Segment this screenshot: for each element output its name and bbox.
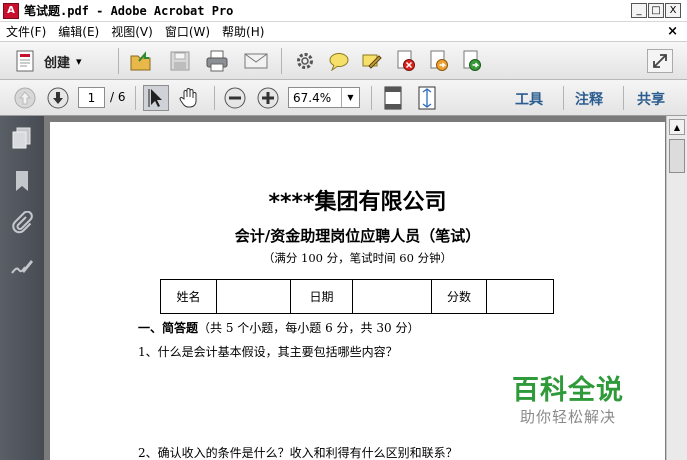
bookmark-icon[interactable] (10, 169, 34, 193)
print-button[interactable] (204, 48, 230, 74)
create-caret-icon: ▾ (76, 54, 82, 68)
create-label: 创建 (44, 55, 71, 71)
hand-tool-button[interactable] (176, 85, 202, 111)
page-display-button[interactable] (380, 85, 406, 111)
envelope-icon (244, 53, 268, 69)
date-label-cell: 日期 (290, 279, 353, 314)
window-controls: _ □ X (631, 3, 681, 18)
question-1: 1、什么是会计基本假设，其主要包括哪些内容？ (138, 345, 398, 359)
chevron-down-icon[interactable]: ▼ (341, 88, 359, 107)
section-title: 一、简答题 (138, 321, 199, 335)
comment-button[interactable] (327, 49, 351, 73)
fit-page-button[interactable] (414, 85, 440, 111)
page-number-input[interactable]: 1 (78, 87, 105, 108)
arrow-up-circle-icon (14, 87, 36, 109)
zoom-in-button[interactable] (255, 85, 281, 111)
toolbar-divider (281, 48, 282, 74)
save-button[interactable] (167, 48, 193, 74)
date-value-cell (352, 279, 432, 314)
next-page-button[interactable] (45, 85, 71, 111)
doc-subtitle: 会计/资金助理岗位应聘人员（笔试） (234, 227, 481, 245)
score-value-cell (486, 279, 554, 314)
select-tool-button[interactable] (143, 85, 169, 111)
create-pdf-icon (16, 50, 34, 72)
open-folder-icon (130, 51, 151, 71)
name-value-cell (216, 279, 291, 314)
menu-file[interactable]: 文件(F) (0, 23, 52, 40)
open-button[interactable] (128, 48, 154, 74)
watermark-slogan: 助你轻松解决 (520, 408, 617, 426)
sign-button[interactable] (360, 49, 384, 73)
arrow-down-circle-icon (47, 87, 69, 109)
vertical-scrollbar[interactable]: ▲ (666, 116, 687, 460)
candidate-info-table: 姓名 日期 分数 (160, 279, 554, 314)
doc-title: ****集团有限公司 (268, 190, 447, 215)
main-toolbar: 创建 ▾ (0, 42, 687, 80)
signature-pen-icon[interactable] (10, 255, 34, 279)
question-2: 2、确认收入的条件是什么？收入和利得有什么区别和联系？ (138, 446, 458, 460)
name-label-cell: 姓名 (160, 279, 217, 314)
export-document-icon (430, 50, 448, 71)
previous-page-button[interactable] (12, 85, 38, 111)
email-button[interactable] (243, 48, 269, 74)
zoom-select[interactable]: 67.4% ▼ (288, 87, 360, 108)
scroll-thumb[interactable] (669, 139, 685, 173)
page-thumbnails-icon[interactable] (10, 126, 34, 150)
window-title: 笔试题.pdf - Adobe Acrobat Pro (24, 4, 234, 18)
plus-circle-icon (257, 87, 279, 109)
toolbar-divider (563, 86, 564, 110)
attachment-paperclip-icon[interactable] (10, 211, 34, 235)
close-button[interactable]: X (665, 3, 681, 18)
toolbar-divider (623, 86, 624, 110)
minimize-button[interactable]: _ (631, 3, 647, 18)
menu-view[interactable]: 视图(V) (105, 23, 159, 40)
fit-page-icon (418, 86, 436, 110)
navigation-toolbar: 1 / 6 67.4% ▼ 工具 注释 共享 (0, 80, 687, 116)
toolbar-divider (214, 86, 215, 110)
tools-pane-link[interactable]: 工具 (515, 89, 543, 109)
save-disk-icon (170, 51, 190, 71)
acrobat-app-icon[interactable]: A (3, 2, 19, 19)
menu-edit[interactable]: 编辑(E) (52, 23, 105, 40)
toolbar-divider (118, 48, 119, 74)
title-bar: A 笔试题.pdf - Adobe Acrobat Pro _ □ X (0, 0, 687, 22)
pen-sign-icon (362, 54, 382, 69)
zoom-out-button[interactable] (222, 85, 248, 111)
menu-window[interactable]: 窗口(W) (159, 23, 216, 40)
hand-icon (179, 88, 197, 108)
printer-icon (206, 50, 228, 72)
watermark: 百科全说 助你轻松解决 (512, 368, 642, 430)
minus-circle-icon (224, 87, 246, 109)
zoom-value: 67.4% (293, 90, 332, 105)
doc-exam-note: （满分 100 分，笔试时间 60 分钟） (262, 251, 453, 265)
cursor-select-icon (148, 89, 162, 107)
score-label-cell: 分数 (431, 279, 487, 314)
single-page-icon (384, 86, 402, 110)
section-note: （共 5 个小题，每小题 6 分，共 30 分） (198, 321, 420, 335)
settings-button[interactable] (293, 49, 317, 73)
toolbar-divider (135, 86, 136, 110)
share-review-button[interactable] (460, 49, 484, 73)
navigation-panel (0, 116, 44, 460)
watermark-logo-text: 百科全说 (512, 375, 624, 406)
menu-help[interactable]: 帮助(H) (216, 23, 270, 40)
toolbar-divider (371, 86, 372, 110)
secure-document-icon (397, 50, 415, 71)
share-pane-link[interactable]: 共享 (637, 89, 665, 109)
page-count: / 6 (110, 90, 126, 104)
gear-icon (297, 53, 313, 69)
secure-button[interactable] (394, 49, 418, 73)
share-document-icon (463, 50, 481, 71)
comment-pane-link[interactable]: 注释 (575, 89, 603, 109)
speech-bubble-icon (329, 53, 349, 71)
section-heading: 一、简答题（共 5 个小题，每小题 6 分，共 30 分） (138, 319, 419, 336)
scroll-up-button[interactable]: ▲ (669, 119, 685, 135)
close-document-button[interactable]: × (667, 24, 678, 39)
menu-bar: 文件(F) 编辑(E) 视图(V) 窗口(W) 帮助(H) × (0, 22, 687, 42)
maximize-button[interactable]: □ (648, 3, 664, 18)
expand-view-button[interactable] (647, 49, 673, 73)
expand-arrows-icon (653, 54, 667, 68)
export-button[interactable] (427, 49, 451, 73)
create-button[interactable]: 创建 ▾ (14, 49, 82, 73)
